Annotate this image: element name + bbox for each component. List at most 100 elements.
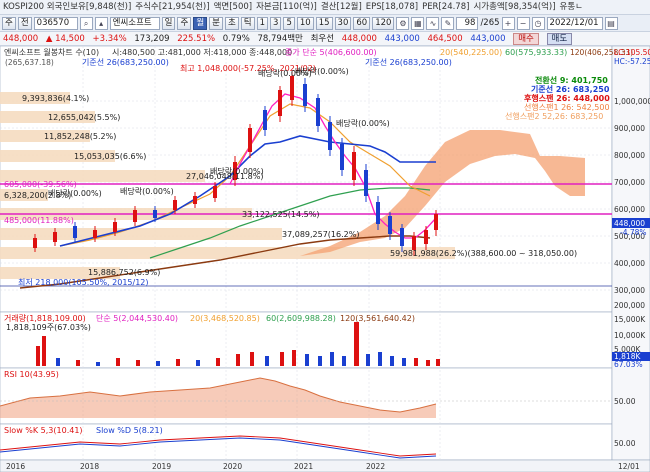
- ticker-info-item: KOSPI200 외국인보유[9,848(천)]: [3, 2, 132, 12]
- price-summary-bar: 448,000 ▲ 14,500 +3.34% 173,209 225.51% …: [0, 32, 650, 46]
- chart-toolbar: 주 전 036570 ⌕ ▴ 엔씨소프트 일 주 월 분 초 틱 1 3 5 1…: [0, 15, 650, 32]
- interval-120-button[interactable]: 120: [372, 16, 395, 30]
- arrow-up-icon[interactable]: ▴: [94, 16, 108, 30]
- vp-bar: [0, 228, 282, 240]
- stoch-y-tick: 50.00: [614, 439, 636, 448]
- draw-tool-icon[interactable]: ✎: [441, 16, 455, 30]
- volume-ma120-label: 120(3,561,640.42): [340, 314, 415, 323]
- ask-price: 443,000: [384, 34, 420, 44]
- y-tick: 10,000K: [614, 331, 646, 340]
- dividend-label: 배당락(0.00%): [48, 188, 102, 198]
- settings-icon[interactable]: ⚙: [396, 16, 410, 30]
- zoom-in-icon[interactable]: +: [501, 16, 515, 30]
- period-second-tab[interactable]: 초: [224, 16, 239, 30]
- price-panel-ohlc: 시:480,500 고:481,000 저:418,000 종:448,000: [112, 48, 292, 57]
- vp-label: 37,089,257(16.2%): [282, 230, 359, 239]
- bid-price: 448,000: [341, 34, 377, 44]
- current-price: 448,000: [3, 34, 39, 44]
- low-note: 최저 218,000(105.50%, 2015/12): [18, 277, 149, 287]
- vp-label: 15,053,035(6.6%): [74, 152, 146, 161]
- sell-button[interactable]: 매도: [546, 33, 573, 45]
- stock-code-input[interactable]: 036570: [33, 16, 78, 30]
- ticker-info-item: 액면[500]: [213, 2, 253, 12]
- vp-label: 12,655,042(5.5%): [48, 113, 120, 122]
- period-month-tab[interactable]: 월: [193, 16, 208, 30]
- date-input[interactable]: 2022/12/01: [546, 16, 603, 30]
- indicator-icon[interactable]: ∿: [426, 16, 440, 30]
- dividend-label: 배당락(0.00%): [210, 166, 264, 176]
- volume-header: 거래량(1,818,109.00): [4, 313, 86, 323]
- price-change: ▲ 14,500: [45, 34, 85, 44]
- dividend-label: 배당락(0.00%): [336, 118, 390, 128]
- ticker-info-item: 주식수[21,954(천)]: [135, 2, 210, 12]
- period-tick-tab[interactable]: 틱: [240, 16, 255, 30]
- period-week-tab[interactable]: 주: [177, 16, 192, 30]
- zoom-out-icon[interactable]: −: [516, 16, 530, 30]
- ichimoku-label-2: 기준선 26(683,250.00): [365, 58, 452, 67]
- buy-button[interactable]: 매수: [513, 33, 539, 45]
- vp-label: 15,886,752(6.9%): [88, 268, 160, 277]
- current-price-pct: -4.78%: [620, 228, 647, 237]
- volume-ma60-label: 60(2,609,988.28): [266, 314, 336, 323]
- ask-price-2: 464,500: [427, 34, 463, 44]
- amount-value: 78,794백만: [257, 34, 303, 44]
- legend-item: 선행스팬1 26: 542,500: [524, 102, 610, 112]
- market-select[interactable]: 전: [17, 16, 32, 30]
- ticker-info-item: PER[24.78]: [422, 2, 470, 12]
- y-tick: 200,000: [614, 301, 645, 310]
- y-tick: 400,000: [614, 259, 645, 268]
- y-tick: 600,000: [614, 205, 645, 214]
- interval-3-button[interactable]: 3: [270, 16, 282, 30]
- interval-15-button[interactable]: 15: [315, 16, 333, 30]
- interval-5-button[interactable]: 5: [283, 16, 295, 30]
- x-tick: 2021: [294, 462, 313, 471]
- y-tick: 700,000: [614, 178, 645, 187]
- ticker-info-item: EPS[18,078]: [365, 2, 419, 12]
- lc-label: LC:105.50: [614, 48, 650, 57]
- ma5-label: 종가 단순 5(406,600.00): [285, 47, 377, 57]
- ratio-value: 0.79%: [222, 34, 250, 44]
- vp-label: 11,852,248(5.2%): [44, 132, 116, 141]
- data-total-label: /265: [480, 18, 500, 28]
- dividend-label: 배당락(0.00%): [120, 186, 174, 196]
- chart-type-icon[interactable]: ▦: [411, 16, 425, 30]
- period-minute-tab[interactable]: 분: [209, 16, 223, 30]
- x-tick: 2018: [80, 462, 99, 471]
- ma60-label: 60(575,933.33): [505, 48, 567, 57]
- main-menu-button[interactable]: 주: [2, 16, 16, 30]
- vp-label: 33,122,525(14.5%): [242, 210, 319, 219]
- x-tick: 2022: [366, 462, 385, 471]
- turnover-value: 225.51%: [177, 34, 216, 44]
- legend-item: 전환선 9: 401,750: [535, 75, 608, 85]
- ticker-info-item: 시가총액[98,354(억)]: [473, 2, 556, 12]
- ticker-info-item: 결산[12월]: [320, 2, 362, 12]
- x-tick: 2019: [152, 462, 171, 471]
- interval-60-button[interactable]: 60: [353, 16, 371, 30]
- left-mark-2: 485,000(11.88%): [4, 216, 74, 225]
- interval-10-button[interactable]: 10: [296, 16, 314, 30]
- search-icon[interactable]: ⌕: [79, 16, 93, 30]
- left-mark-3: (265,637.18): [5, 58, 54, 67]
- stock-name-field: 엔씨소프트: [109, 16, 160, 30]
- dividend-label: 배당락(0.00%): [295, 66, 349, 76]
- interval-1-button[interactable]: 1: [256, 16, 269, 30]
- volume-sub-label: 1,818,109주(67.03%): [6, 323, 91, 332]
- ichimoku-label: 기준선 26(683,250.00): [82, 58, 169, 67]
- stoch-d-header: Slow %D 5(8.21): [96, 426, 163, 435]
- history-icon[interactable]: ◷: [531, 16, 545, 30]
- stock-chart[interactable]: 엔씨소프트 월봉차트 수(10) 시:480,500 고:481,000 저:4…: [0, 46, 650, 472]
- ma20-label: 20(540,225.00): [440, 48, 502, 57]
- x-tick: 2020: [223, 462, 242, 471]
- data-count-input[interactable]: 98: [456, 16, 479, 30]
- bid-price-2: 443,000: [470, 34, 506, 44]
- period-day-tab[interactable]: 일: [161, 16, 176, 30]
- x-tick: 12/01: [618, 462, 640, 471]
- y-tick: 15,000K: [614, 315, 646, 324]
- interval-30-button[interactable]: 30: [334, 16, 352, 30]
- calendar-icon[interactable]: ▤: [604, 16, 618, 30]
- volume-ma20-label: 20(3,468,520.85): [190, 314, 260, 323]
- y-tick: 300,000: [614, 286, 645, 295]
- x-tick: 2016: [6, 462, 25, 471]
- volume-value: 173,209: [134, 34, 170, 44]
- legend-item: 선행스팬2 52,26: 683,250: [505, 111, 603, 121]
